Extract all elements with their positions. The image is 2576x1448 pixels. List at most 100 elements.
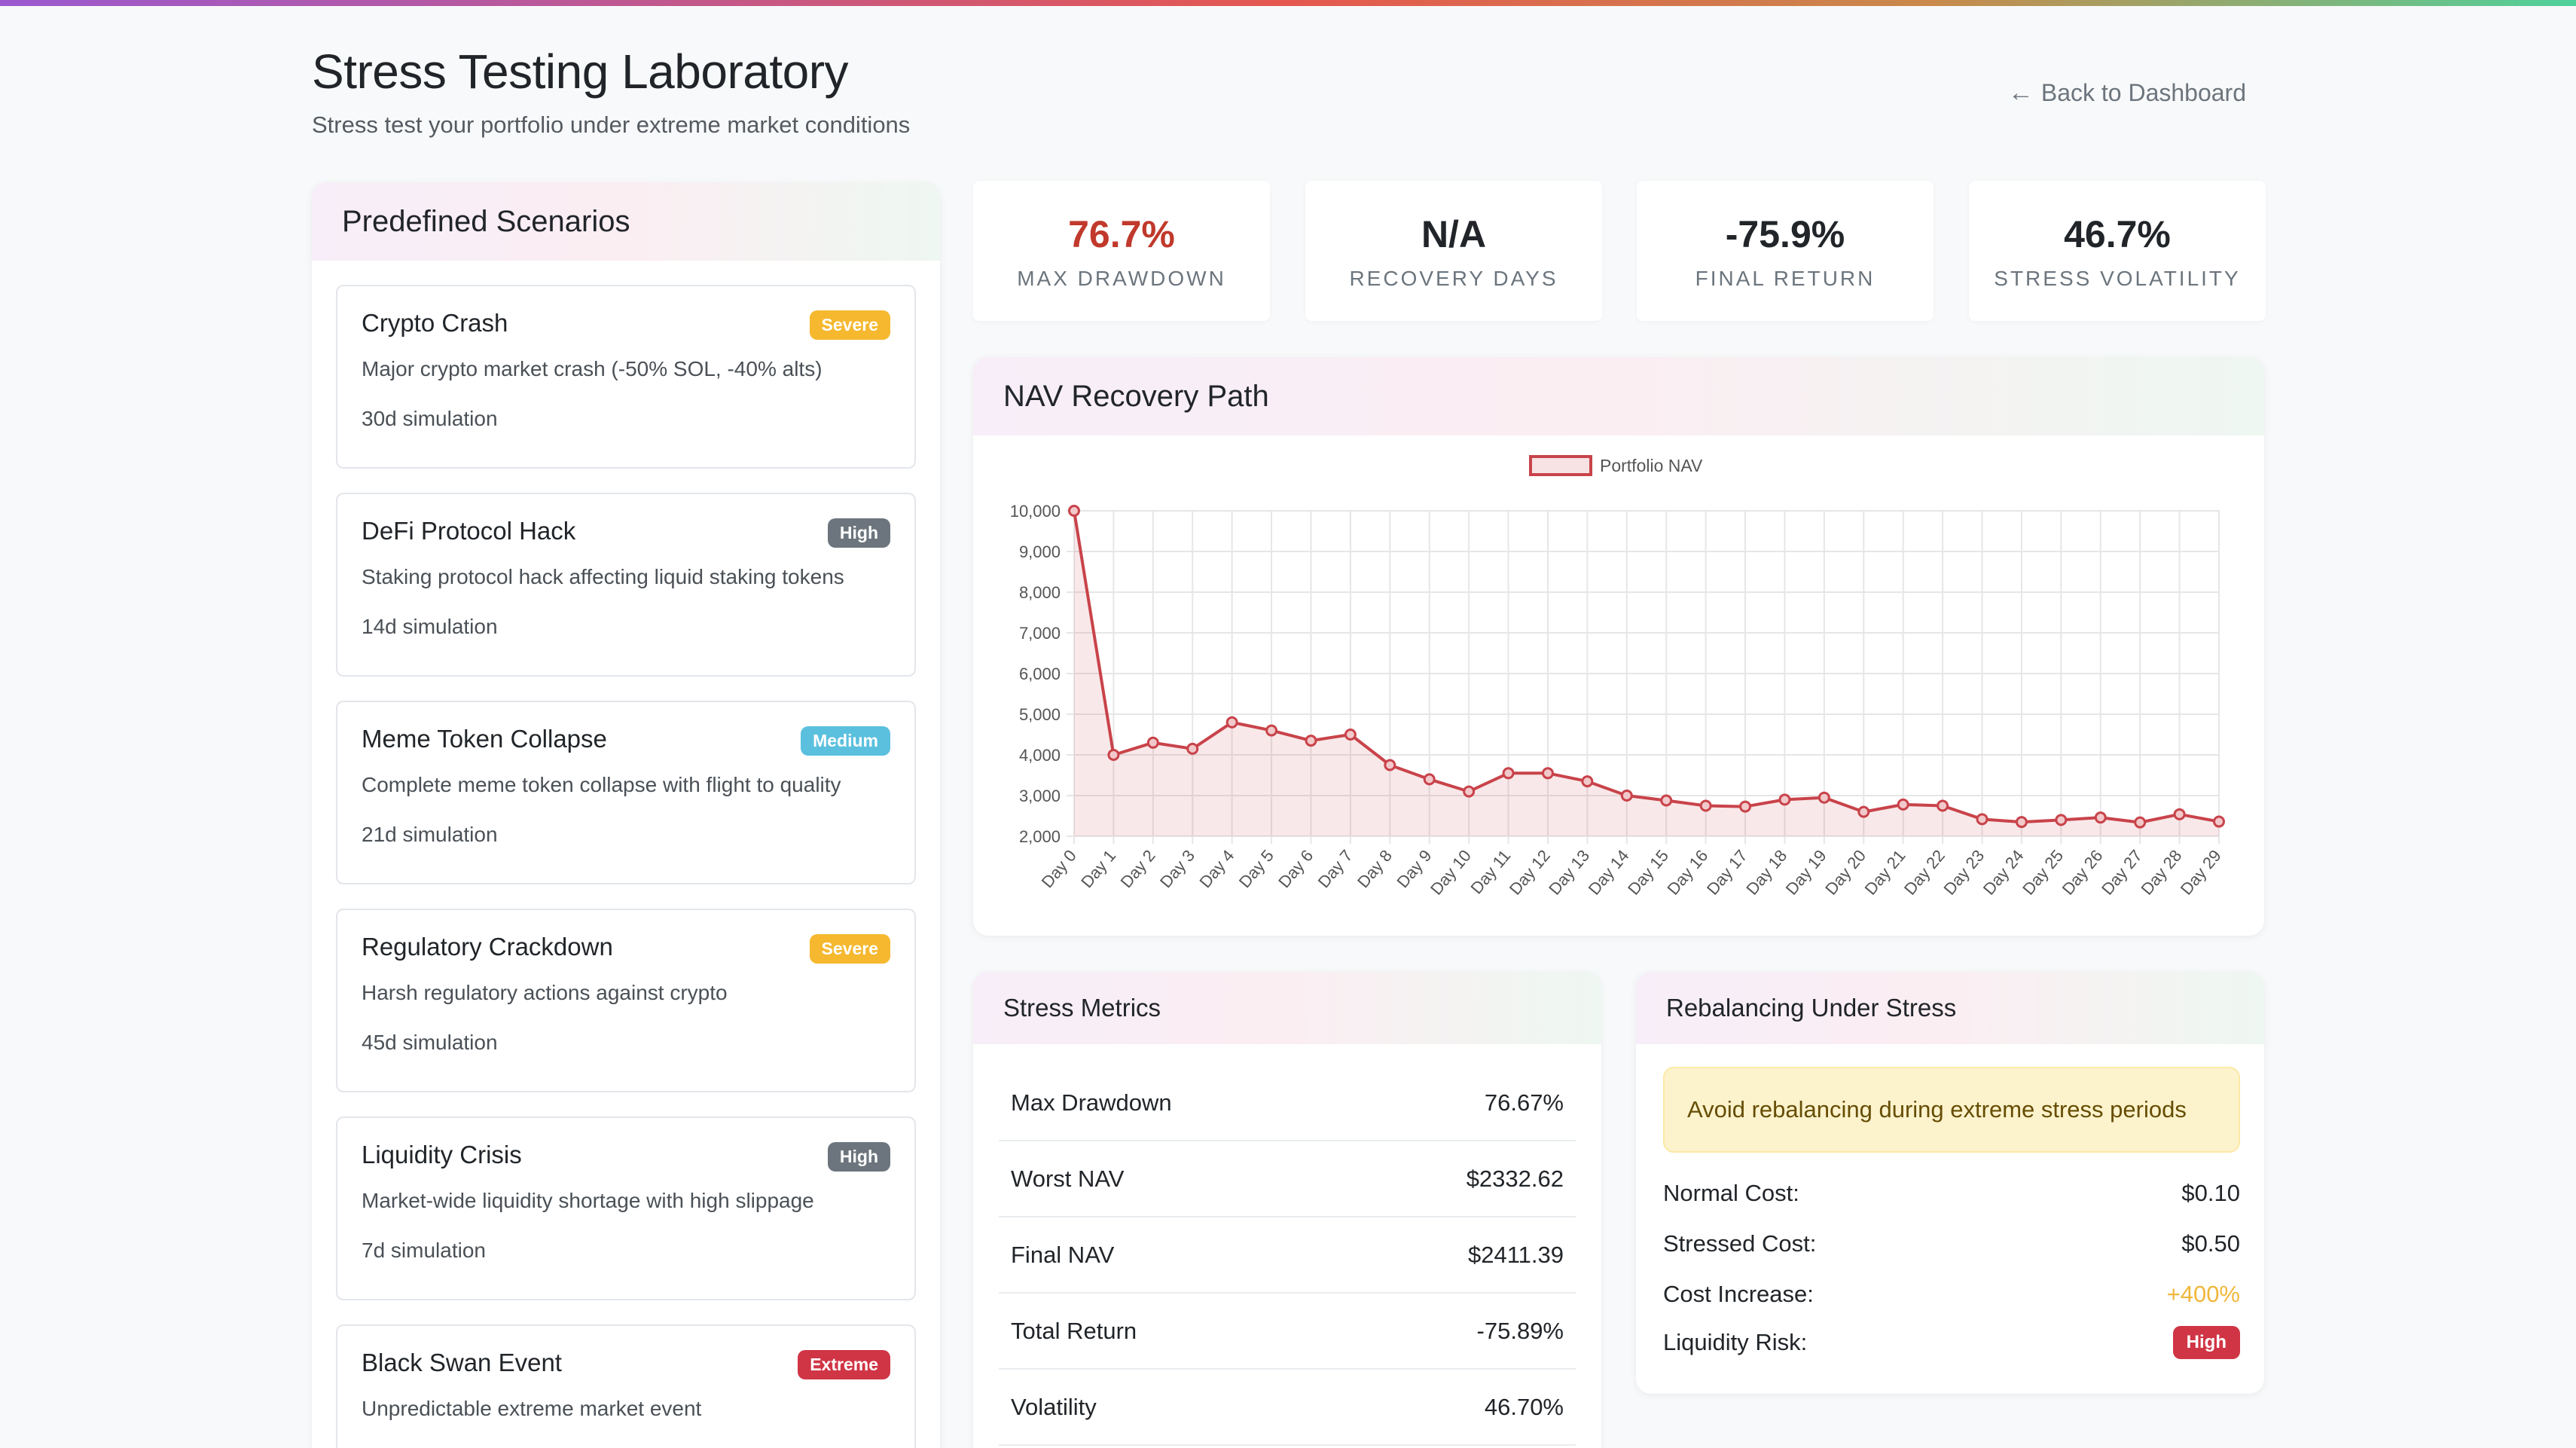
metric-label: Volatility: [1011, 1393, 1097, 1420]
top-accent-bar: [0, 0, 2576, 6]
cost-increase-value: +400%: [2166, 1281, 2240, 1307]
scenarios-header: Predefined Scenarios: [312, 182, 940, 261]
data-point: [1186, 742, 1199, 755]
scenario-item[interactable]: Liquidity Crisis High Market-wide liquidit…: [336, 1117, 916, 1300]
arrow-left-icon: ←: [2007, 78, 2034, 107]
scenario-duration: 30d simulation: [362, 407, 498, 430]
y-tick-label: 9,000: [1019, 542, 1061, 561]
y-tick-label: 5,000: [1019, 705, 1061, 724]
back-to-dashboard-link[interactable]: ← Back to Dashboard: [2008, 78, 2246, 108]
scenario-duration: 7d simulation: [362, 1239, 486, 1262]
data-point: [1699, 799, 1712, 812]
scenario-name: Regulatory Crackdown: [362, 933, 613, 961]
metric-row-final-nav: Final NAV $2411.39: [999, 1217, 1576, 1294]
x-tick-label: Day 28: [2137, 846, 2185, 898]
data-point: [1660, 794, 1673, 807]
rebalancing-title: Rebalancing Under Stress: [1666, 994, 1957, 1022]
cost-increase-label: Cost Increase:: [1663, 1281, 1814, 1307]
data-point: [1305, 735, 1317, 747]
metric-value: $2332.62: [1466, 1165, 1564, 1192]
data-point: [1146, 736, 1159, 749]
scenario-name: Liquidity Crisis: [362, 1141, 522, 1168]
scenario-severity-badge: High: [827, 518, 890, 548]
scenario-description: Harsh regulatory actions against crypto: [362, 981, 728, 1004]
y-tick-label: 2,000: [1019, 827, 1061, 846]
metric-value: $2411.39: [1468, 1241, 1564, 1268]
scenario-name: DeFi Protocol Hack: [362, 517, 576, 545]
scenario-item[interactable]: Regulatory Crackdown Severe Harsh regulato…: [336, 909, 916, 1092]
metric-value: -75.89%: [1476, 1317, 1564, 1344]
back-link-label: Back to Dashboard: [2040, 79, 2246, 106]
legend-swatch: [1529, 455, 1592, 476]
data-point: [1739, 800, 1752, 813]
x-tick-label: Day 1: [1077, 846, 1119, 891]
metric-value: 76.67%: [1484, 1089, 1564, 1116]
stat-label: STRESS VOLATILITY: [1994, 267, 2241, 290]
page-title: Stress Testing Laboratory: [312, 44, 849, 99]
scenario-item[interactable]: Black Swan Event Extreme Unpredictable ext…: [336, 1324, 916, 1448]
scenario-duration: 21d simulation: [362, 823, 498, 846]
data-point: [1857, 805, 1870, 818]
scenario-duration: 14d simulation: [362, 615, 498, 638]
x-tick-label: Day 19: [1782, 846, 1830, 898]
stat-max-drawdown: 76.7% MAX DRAWDOWN: [973, 181, 1270, 321]
data-point: [1502, 767, 1515, 780]
stat-value: 46.7%: [2064, 213, 2171, 255]
scenario-description: Staking protocol hack affecting liquid s…: [362, 565, 844, 588]
x-tick-label: Day 20: [1821, 846, 1869, 898]
scenario-item[interactable]: DeFi Protocol Hack High Staking protocol h…: [336, 493, 916, 677]
data-point: [1107, 749, 1120, 761]
x-tick-label: Day 7: [1314, 846, 1357, 891]
data-point: [2134, 816, 2147, 829]
x-tick-label: Day 2: [1117, 846, 1159, 891]
legend-label: Portfolio NAV: [1600, 456, 1703, 475]
x-tick-label: Day 15: [1624, 846, 1672, 898]
x-tick-label: Day 8: [1354, 846, 1396, 891]
scenario-item[interactable]: Meme Token Collapse Medium Complete meme t…: [336, 701, 916, 884]
stat-label: RECOVERY DAYS: [1349, 267, 1558, 290]
x-tick-label: Day 16: [1663, 846, 1711, 898]
x-tick-label: Day 29: [2177, 846, 2225, 898]
x-tick-label: Day 25: [2019, 846, 2067, 898]
data-point: [2015, 816, 2028, 829]
x-tick-label: Day 3: [1156, 846, 1198, 891]
stat-final-return: -75.9% FINAL RETURN: [1637, 181, 1934, 321]
data-point: [1463, 785, 1476, 798]
x-tick-label: Day 18: [1742, 846, 1790, 898]
cost-increase-row: Cost Increase: +400%: [1663, 1281, 2240, 1308]
scenario-item[interactable]: Crypto Crash Severe Major crypto market cr…: [336, 285, 916, 469]
x-tick-label: Day 23: [1940, 846, 1988, 898]
stat-stress-volatility: 46.7% STRESS VOLATILITY: [1969, 181, 2266, 321]
rebalancing-warning-alert: Avoid rebalancing during extreme stress …: [1663, 1067, 2240, 1153]
data-point: [1937, 799, 1949, 812]
data-point: [2213, 815, 2225, 828]
stat-label: MAX DRAWDOWN: [1017, 267, 1226, 290]
data-point: [2173, 808, 2186, 820]
data-point: [1423, 773, 1436, 786]
metric-row-worst-nav: Worst NAV $2332.62: [999, 1141, 1576, 1217]
x-tick-label: Day 13: [1545, 846, 1593, 898]
scenario-severity-badge: High: [827, 1142, 890, 1172]
nav-recovery-card: NAV Recovery Path 10,000 9,000 8,000 7,000 6…: [973, 357, 2264, 936]
metric-label: Max Drawdown: [1011, 1089, 1172, 1116]
data-point: [1068, 505, 1080, 517]
data-point: [1778, 793, 1791, 806]
chart-title: NAV Recovery Path: [1003, 379, 1269, 413]
stressed-cost-label: Stressed Cost:: [1663, 1230, 1817, 1257]
x-tick-label: Day 17: [1703, 846, 1751, 898]
data-point: [1581, 775, 1594, 788]
page-subtitle: Stress test your portfolio under extreme…: [312, 112, 911, 138]
stressed-cost-row: Stressed Cost: $0.50: [1663, 1230, 2240, 1257]
stat-value: N/A: [1421, 213, 1487, 255]
stress-metrics-card: Stress Metrics Max Drawdown 76.67% Worst…: [973, 972, 1601, 1448]
x-tick-label: Day 21: [1861, 846, 1909, 898]
data-point: [1818, 791, 1830, 804]
x-tick-label: Day 27: [2098, 846, 2146, 898]
metric-value: 46.70%: [1484, 1393, 1564, 1420]
y-tick-label: 8,000: [1019, 583, 1061, 602]
normal-cost-label: Normal Cost:: [1663, 1180, 1799, 1206]
metric-label: Final NAV: [1011, 1241, 1115, 1268]
metric-label: Worst NAV: [1011, 1165, 1125, 1192]
metric-row-volatility: Volatility 46.70%: [999, 1370, 1576, 1446]
stat-value: -75.9%: [1725, 213, 1845, 255]
